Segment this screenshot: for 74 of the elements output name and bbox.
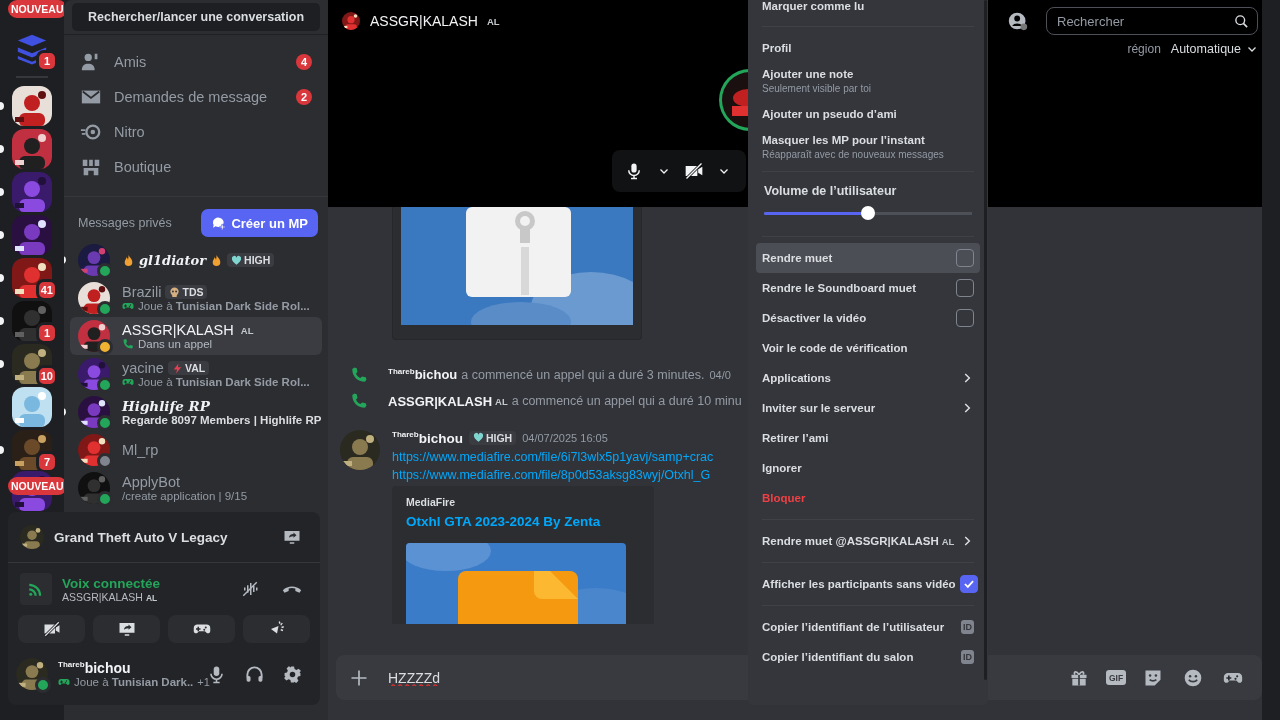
- section-heading: Messages privés: [78, 216, 172, 230]
- menu-label: Inviter sur le serveur: [762, 402, 876, 414]
- call-message: a commencé un appel qui a duré 10 minu: [511, 394, 742, 408]
- mention-badge: 10: [35, 365, 58, 387]
- name-tag: AL: [941, 536, 955, 547]
- user-name: $^{Thareb}$bichou: [58, 660, 132, 676]
- game-title: Grand Theft Auto V Legacy: [54, 529, 229, 545]
- call-message: a commencé un appel qui a duré 3 minutes.: [461, 368, 705, 382]
- menu-label: Applications: [762, 372, 831, 384]
- voice-status: Voix connectée: [62, 575, 162, 591]
- menu-hint: Seulement visible par toi: [762, 83, 871, 94]
- user-name: Brazili: [122, 284, 162, 300]
- name-tag: AL: [145, 592, 158, 603]
- user-name: ASSGR|KALASH: [388, 393, 493, 409]
- menu-label: Ignorer: [762, 462, 802, 474]
- new-badge: NOUVEAU: [8, 0, 64, 18]
- activity-text: Joue à Tunisian Dark Side Rol...: [138, 376, 310, 388]
- menu-label: Profil: [762, 42, 792, 54]
- user-name: Ml_rp: [122, 442, 159, 458]
- embed-provider: MediaFire: [406, 495, 456, 508]
- id-badge: ID: [961, 650, 974, 664]
- menu-label: Rendre muet: [762, 252, 833, 264]
- activity-text: Joue à Tunisian Dark Side Rol...: [138, 300, 310, 312]
- menu-label: Masquer les MP pour l’instant: [762, 134, 925, 146]
- nav-label: Nitro: [114, 123, 146, 140]
- menu-label: Désactiver la vidéo: [762, 312, 867, 324]
- menu-label: Marquer comme lu: [762, 0, 865, 12]
- user-name: Highlife RP: [122, 398, 210, 414]
- activity-text: Dans un appel: [138, 338, 213, 350]
- mention-badge: 1: [36, 50, 58, 72]
- count-badge: 4: [296, 53, 312, 70]
- new-badge: NOUVEAU: [8, 477, 64, 495]
- mention-badge: 1: [36, 322, 58, 344]
- user-name: ApplyBot: [122, 474, 181, 490]
- nav-label: Demandes de message: [114, 88, 269, 105]
- user-name: ASSGR|KALASH: [122, 322, 234, 338]
- menu-label: Voir le code de vérification: [762, 342, 908, 354]
- count-badge: 2: [296, 88, 312, 105]
- menu-label: Ajouter un pseudo d’ami: [762, 108, 897, 120]
- activity-text: Joue à Tunisian Dark..: [74, 676, 194, 688]
- menu-label: Copier l’identifiant de l’utilisateur: [762, 621, 945, 633]
- activity-count: +1: [197, 676, 210, 688]
- user-name: yacine: [122, 360, 164, 376]
- user-name: $^{Thareb}$bichou: [388, 367, 458, 383]
- menu-label: Afficher les participants sans vidéo: [762, 578, 956, 590]
- tag-text: HIGH: [485, 431, 513, 444]
- activity-text: /create application | 9/15: [122, 490, 248, 502]
- channel-title: ASSGR|KALASH: [370, 13, 478, 29]
- id-badge: ID: [961, 620, 974, 634]
- menu-label: Bloquer: [762, 492, 806, 504]
- menu-label: Rendre le Soundboard muet: [762, 282, 916, 294]
- tag-text: TDS: [182, 286, 204, 298]
- menu-hint: Réapparaît avec de nouveaux messages: [762, 149, 944, 160]
- user-name: $^{Thareb}$bichou: [392, 430, 463, 446]
- user-name: gl1diator: [139, 252, 207, 268]
- menu-label: Rendre muet @ASSGR|KALASH: [762, 535, 939, 547]
- activity-text: Regarde 8097 Members | Highlife RP: [122, 414, 322, 426]
- menu-label: Copier l’identifiant du salon: [762, 651, 914, 663]
- timestamp: 04/0: [709, 369, 731, 381]
- nav-label: Amis: [114, 53, 148, 70]
- name-tag: AL: [240, 324, 254, 336]
- region-label: région: [1127, 42, 1161, 56]
- tag-text: HIGH: [244, 254, 271, 266]
- voice-channel: ASSGR|KALASH: [62, 590, 143, 603]
- name-tag: AL: [495, 395, 508, 407]
- mention-badge: 7: [36, 451, 58, 473]
- mention-badge: 41: [35, 279, 58, 301]
- menu-label: Volume de l’utilisateur: [764, 184, 898, 198]
- tag-text: VAL: [184, 362, 206, 374]
- timestamp: 04/07/2025 16:05: [522, 431, 608, 444]
- menu-label: Ajouter une note: [762, 68, 854, 80]
- menu-label: Retirer l’ami: [762, 432, 829, 444]
- nav-label: Boutique: [114, 158, 173, 175]
- name-tag: AL: [486, 15, 500, 27]
